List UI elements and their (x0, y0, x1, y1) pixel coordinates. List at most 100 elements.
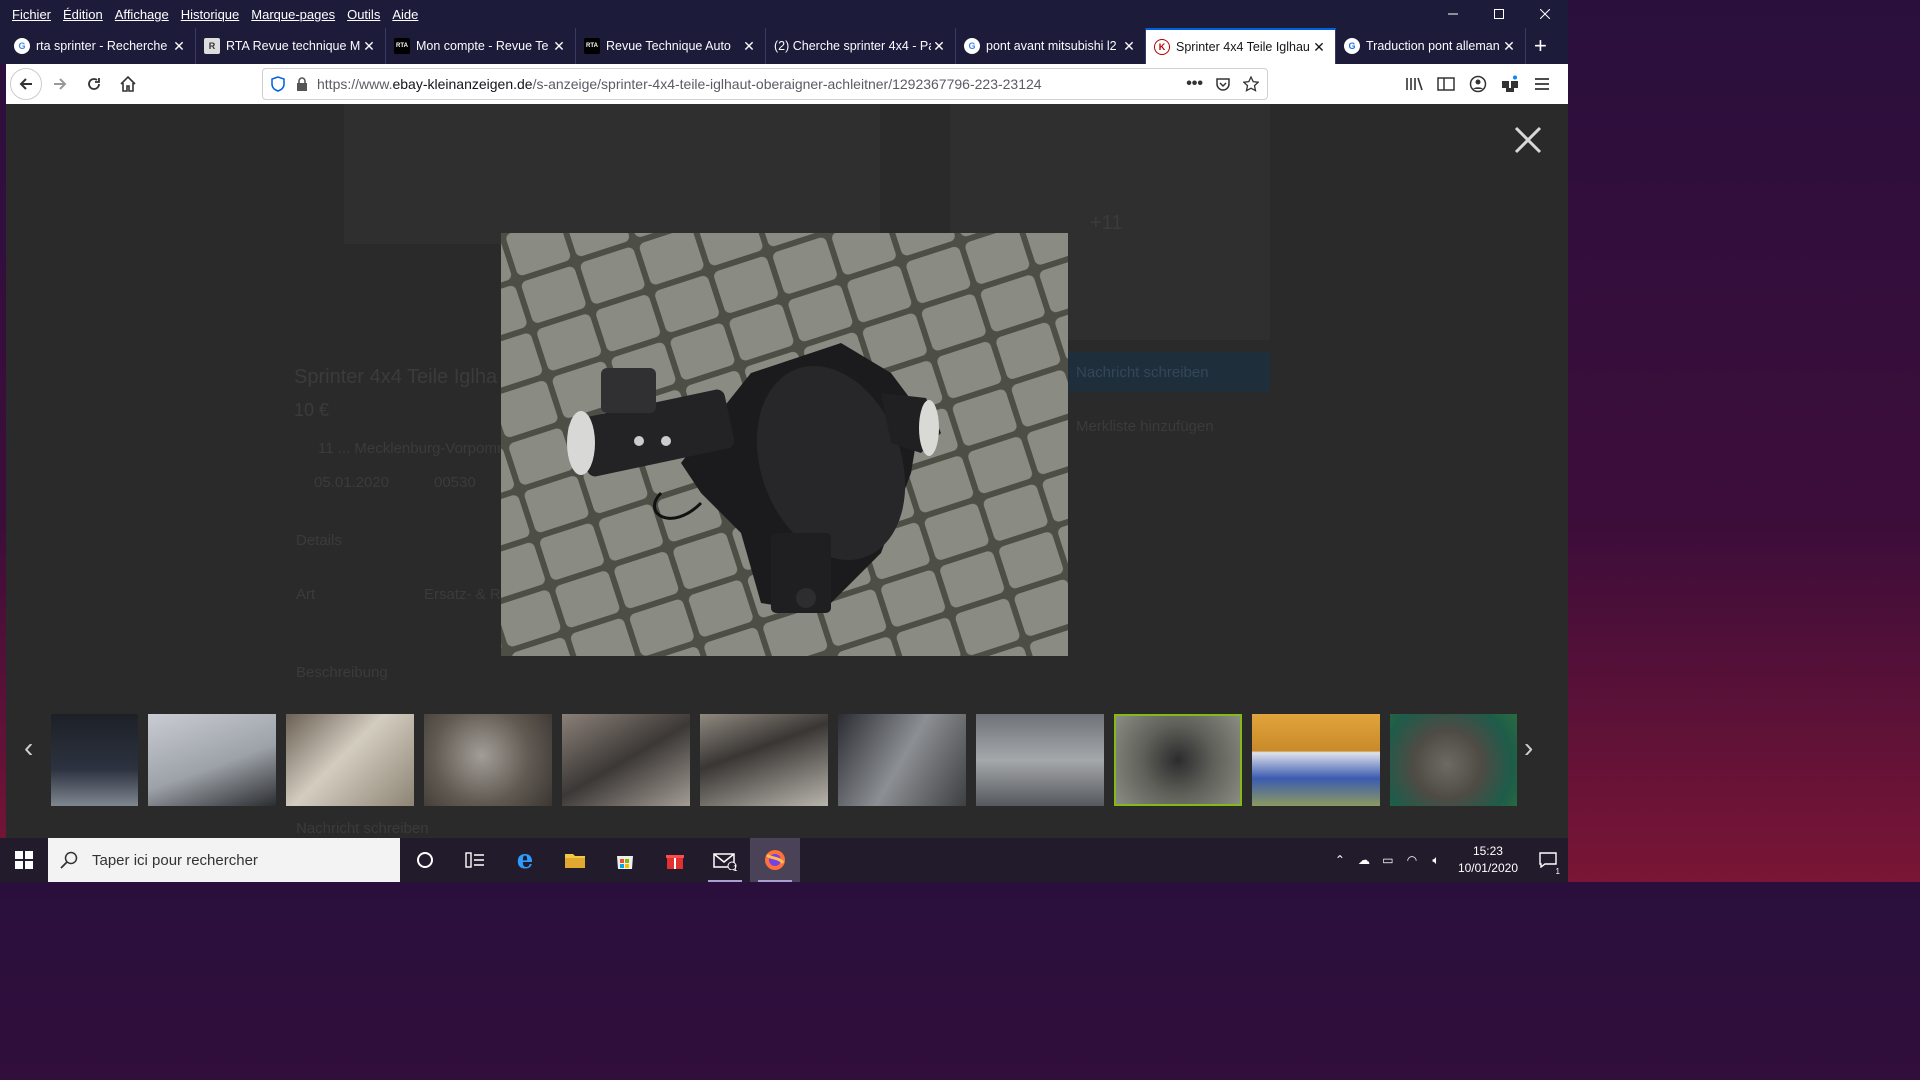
thumbnail[interactable] (700, 714, 828, 806)
library-icon[interactable] (1398, 68, 1430, 100)
kleinanzeigen-icon: K (1154, 39, 1170, 55)
home-button[interactable] (112, 68, 144, 100)
listing-price: 10 € (294, 400, 330, 420)
tab-strip: G rta sprinter - Recherche ✕ R RTA Revue… (0, 28, 1568, 64)
tab-cherche-sprinter[interactable]: (2) Cherche sprinter 4x4 - Pa ✕ (766, 28, 956, 64)
close-tab-icon[interactable]: ✕ (1121, 38, 1137, 55)
close-tab-icon[interactable]: ✕ (551, 38, 567, 55)
search-icon (60, 851, 78, 869)
tab-sprinter-teile[interactable]: K Sprinter 4x4 Teile Iglhau ✕ (1146, 28, 1336, 64)
close-tab-icon[interactable]: ✕ (361, 38, 377, 55)
task-view-icon[interactable] (450, 838, 500, 882)
close-gallery-icon[interactable] (1510, 122, 1546, 158)
close-tab-icon[interactable]: ✕ (171, 38, 187, 55)
tab-label: (2) Cherche sprinter 4x4 - Pa (774, 39, 931, 53)
menu-historique[interactable]: Historique (181, 7, 240, 22)
close-tab-icon[interactable]: ✕ (741, 38, 757, 55)
menu-aide[interactable]: Aide (392, 7, 418, 22)
microsoft-store-icon[interactable] (600, 838, 650, 882)
tab-revue-technique-auto[interactable]: RTA Revue Technique Auto ✕ (576, 28, 766, 64)
notification-center-icon[interactable]: 1 (1528, 838, 1568, 882)
tab-label: rta sprinter - Recherche (36, 39, 168, 53)
battery-icon[interactable]: ▭ (1376, 853, 1400, 867)
thumbnail[interactable] (51, 714, 138, 806)
thumbnail[interactable] (148, 714, 276, 806)
google-icon: G (964, 38, 980, 54)
menu-edition[interactable]: Édition (63, 7, 103, 22)
onedrive-icon[interactable]: ☁ (1352, 853, 1376, 867)
back-button[interactable] (10, 68, 42, 100)
tab-label: Revue Technique Auto (606, 39, 731, 53)
clock[interactable]: 15:23 10/01/2020 (1458, 843, 1518, 877)
hamburger-menu-icon[interactable] (1526, 68, 1558, 100)
minimize-button[interactable] (1430, 0, 1476, 28)
rta-icon: R (204, 38, 220, 54)
differential-photo (501, 233, 1068, 656)
tab-label: Sprinter 4x4 Teile Iglhau (1176, 40, 1310, 54)
thumbnail[interactable] (976, 714, 1104, 806)
gift-app-icon[interactable] (650, 838, 700, 882)
translate-icon: G (1344, 38, 1360, 54)
volume-icon[interactable]: 🔈︎ (1424, 853, 1448, 868)
url-text: https://www.ebay-kleinanzeigen.de/s-anze… (317, 76, 1042, 92)
maximize-button[interactable] (1476, 0, 1522, 28)
thumbnail[interactable] (562, 714, 690, 806)
account-icon[interactable] (1462, 68, 1494, 100)
menu-fichier[interactable]: Fichier (12, 7, 51, 22)
url-bar[interactable]: https://www.ebay-kleinanzeigen.de/s-anze… (262, 68, 1268, 100)
gallery-prev-arrow-icon[interactable]: ‹ (24, 732, 33, 764)
page-actions-icon[interactable]: ••• (1186, 75, 1203, 93)
tab-pont-avant[interactable]: G pont avant mitsubishi l2 ✕ (956, 28, 1146, 64)
close-tab-icon[interactable]: ✕ (931, 38, 947, 55)
tab-label: Traduction pont alleman (1366, 39, 1500, 53)
more-images-count: +11 (1090, 212, 1123, 234)
thumbnail[interactable] (1390, 714, 1517, 806)
forward-arrow-icon (54, 78, 67, 90)
mail-icon[interactable]: 1 (700, 838, 750, 882)
rta-icon: RTA (584, 38, 600, 54)
cortana-icon[interactable] (400, 838, 450, 882)
tab-rta-revue-technique[interactable]: R RTA Revue technique M ✕ (196, 28, 386, 64)
new-tab-icon[interactable]: + (1534, 33, 1547, 59)
home-icon (120, 75, 136, 92)
edge-icon[interactable]: e (500, 838, 550, 882)
show-hidden-icons-icon[interactable]: ⌃ (1328, 853, 1352, 867)
thumbnail[interactable] (838, 714, 966, 806)
wifi-icon[interactable]: ◠ (1400, 853, 1424, 867)
tab-label: pont avant mitsubishi l2 (986, 39, 1117, 53)
file-explorer-icon[interactable] (550, 838, 600, 882)
menu-affichage[interactable]: Affichage (115, 7, 169, 22)
close-tab-icon[interactable]: ✕ (1501, 38, 1517, 55)
taskbar-search-box[interactable]: Taper ici pour rechercher (48, 838, 400, 882)
firefox-icon[interactable] (750, 838, 800, 882)
thumbnail-selected[interactable] (1114, 714, 1242, 806)
pocket-icon[interactable] (1215, 76, 1231, 92)
thumbnail[interactable] (1252, 714, 1380, 806)
tab-rta-sprinter[interactable]: G rta sprinter - Recherche ✕ (6, 28, 196, 64)
listing-date: 05.01.2020 (314, 474, 390, 491)
forward-button[interactable] (44, 68, 76, 100)
thumbnail[interactable] (286, 714, 414, 806)
art-value: Ersatz- & R (424, 586, 501, 603)
watchlist-link[interactable]: Merkliste hinzufügen (1076, 418, 1214, 435)
extensions-icon[interactable] (1494, 68, 1526, 100)
sidebar-icon[interactable] (1430, 68, 1462, 100)
lock-icon[interactable] (295, 76, 309, 92)
page-content: +11 Sprinter 4x4 Teile Iglha 10 € 11 ...… (6, 104, 1568, 838)
menu-outils[interactable]: Outils (347, 7, 380, 22)
windows-logo-icon (15, 851, 33, 869)
close-tab-icon[interactable]: ✕ (1311, 39, 1327, 56)
tab-mon-compte[interactable]: RTA Mon compte - Revue Te ✕ (386, 28, 576, 64)
menu-marque-pages[interactable]: Marque-pages (251, 7, 335, 22)
listing-title: Sprinter 4x4 Teile Iglha (294, 366, 498, 388)
reload-button[interactable] (78, 68, 110, 100)
thumbnail[interactable] (424, 714, 552, 806)
start-button[interactable] (0, 838, 48, 882)
tab-traduction[interactable]: G Traduction pont alleman ✕ (1336, 28, 1526, 64)
bookmark-star-icon[interactable] (1243, 76, 1259, 92)
clock-time: 15:23 (1472, 844, 1503, 858)
gallery-next-arrow-icon[interactable]: › (1524, 732, 1533, 764)
shield-icon[interactable] (271, 76, 285, 92)
close-window-button[interactable] (1522, 0, 1568, 28)
main-photo (501, 233, 1068, 656)
